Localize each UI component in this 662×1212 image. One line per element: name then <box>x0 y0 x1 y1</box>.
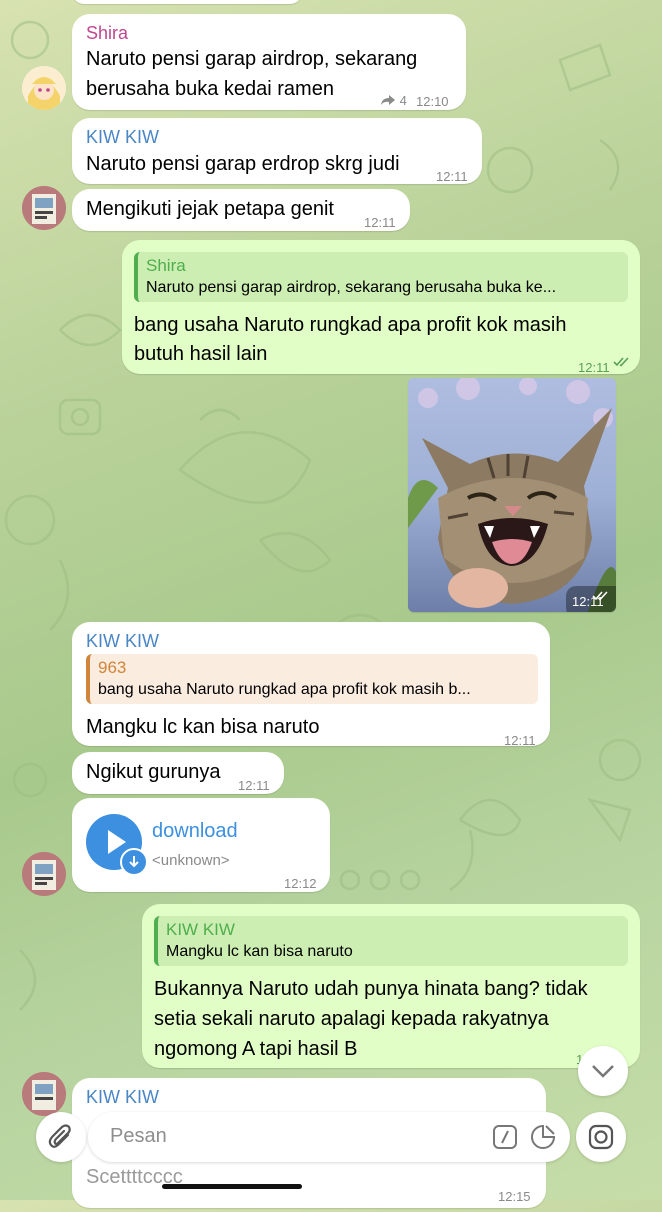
outgoing-message-bubble[interactable]: Shira Naruto pensi garap airdrop, sekara… <box>122 240 640 375</box>
double-check-icon <box>613 357 629 367</box>
file-name[interactable]: download <box>152 816 238 846</box>
sender-name[interactable]: KIW KIW <box>86 630 159 652</box>
command-icon[interactable] <box>492 1124 518 1150</box>
reply-text: Naruto pensi garap airdrop, sekarang ber… <box>146 279 557 296</box>
attach-button[interactable] <box>36 1112 86 1162</box>
message-text: Bukannya Naruto udah punya hinata bang? … <box>154 978 588 1000</box>
message-text: berusaha buka kedai ramen <box>86 78 334 100</box>
sender-name[interactable]: KIW KIW <box>86 1086 159 1108</box>
message-time: 12:10 <box>416 94 449 109</box>
reply-text: Mangku lc kan bisa naruto <box>166 943 353 960</box>
partial-message-top[interactable] <box>72 0 302 4</box>
image-message[interactable]: 12:11 <box>408 378 616 612</box>
laughing-cat-photo <box>408 378 616 612</box>
sticker-icon[interactable] <box>530 1124 556 1150</box>
avatar-kiw-kiw[interactable] <box>22 186 66 230</box>
message-bubble[interactable]: Ngikut gurunya 12:11 <box>72 752 284 794</box>
sender-name[interactable]: Shira <box>86 22 128 44</box>
message-time: 12:11 <box>364 215 396 230</box>
message-text: Naruto pensi garap airdrop, sekarang <box>86 48 418 70</box>
camera-icon <box>588 1124 614 1150</box>
avatar-shira[interactable] <box>22 66 66 110</box>
message-text: setia sekali naruto apalagi kepada rakya… <box>154 1008 549 1030</box>
forward-icon <box>381 95 395 105</box>
message-time: 12:11 <box>238 778 270 793</box>
double-check-icon <box>592 591 608 601</box>
reply-quote[interactable]: Shira Naruto pensi garap airdrop, sekara… <box>134 252 628 302</box>
scroll-down-button[interactable] <box>578 1046 628 1096</box>
file-play-button[interactable] <box>86 814 148 876</box>
reply-quote[interactable]: KIW KIW Mangku lc kan bisa naruto <box>154 916 628 966</box>
message-text: ngomong A tapi hasil B <box>154 1038 358 1060</box>
message-time: 12:15 <box>498 1189 531 1204</box>
reply-sender: Shira <box>146 256 186 275</box>
message-bubble[interactable]: KIW KIW Naruto pensi garap erdrop skrg j… <box>72 118 482 184</box>
message-text: Naruto pensi garap erdrop skrg judi <box>86 153 400 175</box>
reply-quote[interactable]: 963 bang usaha Naruto rungkad apa profit… <box>86 654 538 704</box>
message-time: 12:12 <box>284 876 317 891</box>
message-input[interactable]: Pesan <box>110 1125 167 1148</box>
avatar-kiw-kiw[interactable] <box>22 852 66 896</box>
chevron-down-icon <box>592 1065 614 1078</box>
home-indicator <box>162 1184 302 1189</box>
message-time: 12:11 <box>436 169 468 184</box>
outgoing-message-bubble[interactable]: KIW KIW Mangku lc kan bisa naruto Bukann… <box>142 904 640 1068</box>
message-text: butuh hasil lain <box>134 343 268 365</box>
reply-sender: KIW KIW <box>166 920 235 939</box>
camera-button[interactable] <box>576 1112 626 1162</box>
message-bubble[interactable]: Shira Naruto pensi garap airdrop, sekara… <box>72 14 466 110</box>
download-arrow-badge[interactable] <box>120 848 148 876</box>
file-meta: <unknown> <box>152 852 230 869</box>
reply-text: bang usaha Naruto rungkad apa profit kok… <box>98 681 471 698</box>
message-bubble[interactable]: Mengikuti jejak petapa genit 12:11 <box>72 189 410 231</box>
reply-sender: 963 <box>98 658 127 677</box>
download-arrow-icon <box>129 856 139 868</box>
sender-name[interactable]: KIW KIW <box>86 126 159 148</box>
forward-count: 4 <box>380 86 407 116</box>
attach-icon <box>48 1124 71 1148</box>
message-input-bar[interactable]: Pesan <box>88 1112 570 1162</box>
message-time: 12:11 <box>504 733 536 748</box>
avatar-kiw-kiw[interactable] <box>22 1072 66 1116</box>
message-text: Mengikuti jejak petapa genit <box>86 198 334 220</box>
message-text: Ngikut gurunya <box>86 761 221 783</box>
message-bubble[interactable]: KIW KIW 963 bang usaha Naruto rungkad ap… <box>72 622 550 748</box>
message-text: Mangku lc kan bisa naruto <box>86 716 320 738</box>
file-message[interactable]: download <unknown> 12:12 <box>72 798 330 892</box>
message-text: bang usaha Naruto rungkad apa profit kok… <box>134 314 567 336</box>
